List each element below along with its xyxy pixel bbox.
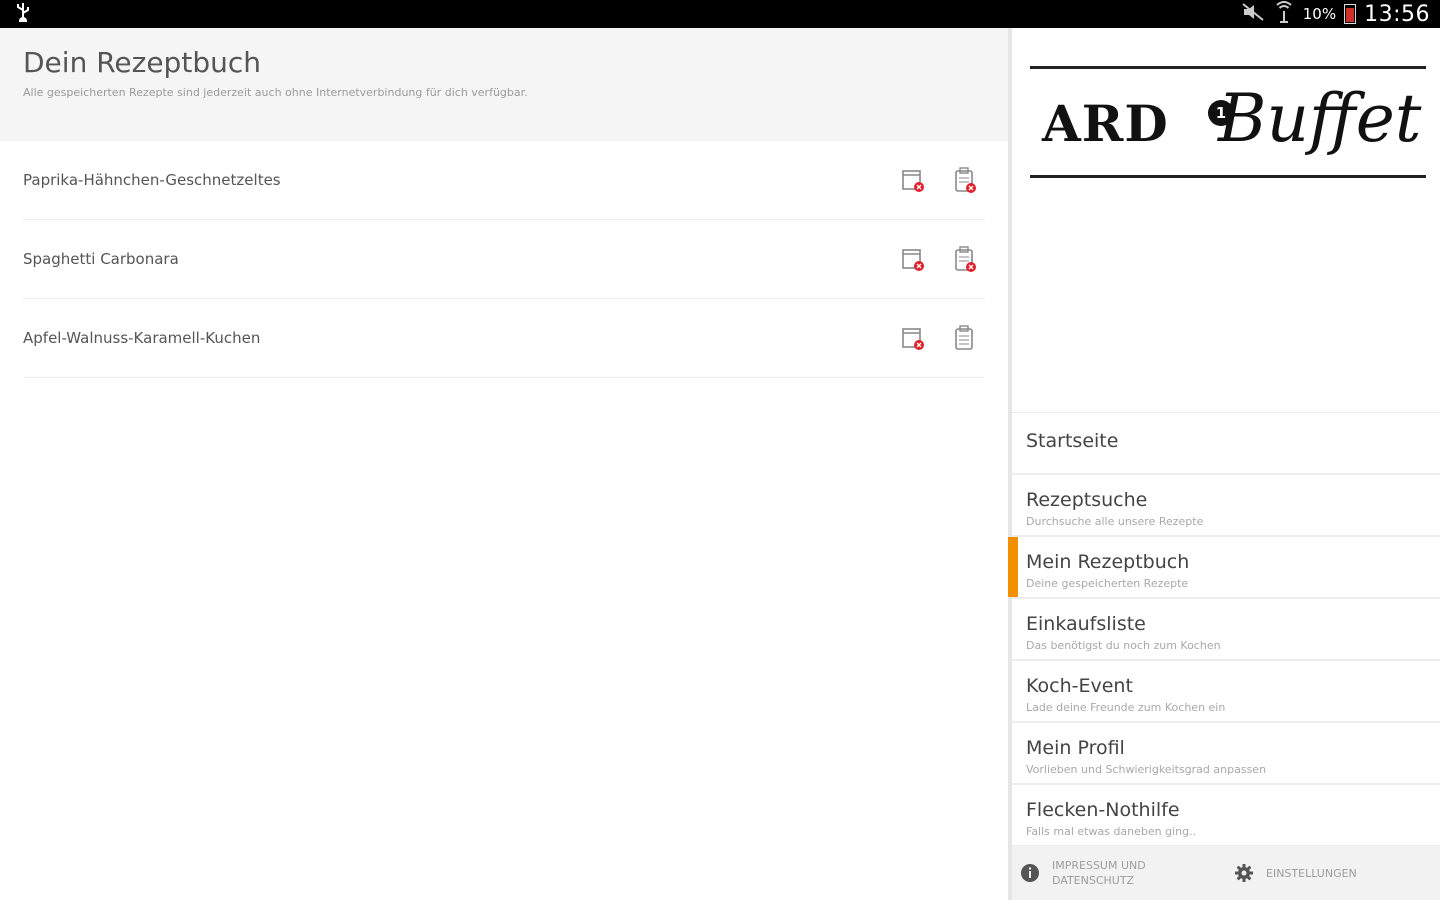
mute-icon: [1241, 2, 1265, 26]
nav-item-title: Einkaufsliste: [1026, 613, 1146, 635]
settings-button[interactable]: EINSTELLUNGEN: [1226, 846, 1440, 900]
remove-from-shoppinglist-icon[interactable]: [953, 245, 977, 273]
clock: 13:56: [1364, 1, 1430, 27]
impressum-button[interactable]: IMPRESSUM UND DATENSCHUTZ: [1012, 846, 1226, 900]
nav-item-subtitle: Deine gespeicherten Rezepte: [1026, 577, 1189, 590]
logo-buffet-text: Buffet: [1218, 80, 1422, 157]
nav-item-einkaufsliste[interactable]: Einkaufsliste Das benötigst du noch zum …: [1012, 599, 1440, 661]
list-item[interactable]: Paprika-Hähnchen-Geschnetzeltes: [23, 141, 985, 220]
nav-item-mein-rezeptbuch[interactable]: Mein Rezeptbuch Deine gespeicherten Reze…: [1008, 537, 1440, 599]
recipe-list: Paprika-Hähnchen-Geschnetzeltes Spaghett…: [0, 141, 1008, 378]
nav-item-title: Mein Rezeptbuch: [1026, 551, 1190, 573]
list-item[interactable]: Apfel-Walnuss-Karamell-Kuchen: [23, 299, 985, 378]
nav-item-startseite[interactable]: Startseite: [1012, 413, 1440, 475]
impressum-label-line2: DATENSCHUTZ: [1052, 874, 1135, 887]
battery-icon: [1344, 4, 1357, 24]
drawer-footer: IMPRESSUM UND DATENSCHUTZ EINSTELLUNGEN: [1012, 846, 1440, 900]
row-actions: [901, 324, 985, 352]
main-content: Dein Rezeptbuch Alle gespeicherten Rezep…: [0, 28, 1008, 900]
nav-item-rezeptsuche[interactable]: Rezeptsuche Durchsuche alle unsere Rezep…: [1012, 475, 1440, 537]
shoppinglist-icon[interactable]: [953, 324, 977, 352]
page-header: Dein Rezeptbuch Alle gespeicherten Rezep…: [0, 28, 1008, 141]
info-icon: [1020, 863, 1040, 883]
gear-icon: [1234, 863, 1254, 883]
recipe-name[interactable]: Paprika-Hähnchen-Geschnetzeltes: [23, 171, 281, 189]
logo-rule-top: [1030, 66, 1426, 69]
remove-from-shoppinglist-icon[interactable]: [953, 166, 977, 194]
page-title: Dein Rezeptbuch: [23, 46, 261, 79]
nav-item-subtitle: Das benötigst du noch zum Kochen: [1026, 639, 1221, 652]
nav-item-subtitle: Falls mal etwas daneben ging..: [1026, 825, 1197, 838]
nav-item-title: Koch-Event: [1026, 675, 1133, 697]
nav-item-subtitle: Vorlieben und Schwierigkeitsgrad anpasse…: [1026, 763, 1267, 776]
logo-ard-text: ARD: [1042, 94, 1169, 153]
nav-item-mein-profil[interactable]: Mein Profil Vorlieben und Schwierigkeits…: [1012, 723, 1440, 785]
remove-from-calendar-icon[interactable]: [901, 324, 925, 352]
usb-icon: [14, 2, 32, 26]
row-actions: [901, 245, 985, 273]
logo-rule-bottom: [1030, 175, 1426, 178]
ard-buffet-logo: ARD 1 Buffet: [1012, 28, 1440, 412]
page-subtitle: Alle gespeicherten Rezepte sind jederzei…: [23, 86, 528, 99]
row-actions: [901, 166, 985, 194]
nav-item-title: Rezeptsuche: [1026, 489, 1148, 511]
navigation-drawer: ARD 1 Buffet Startseite Rezeptsuche Durc…: [1008, 28, 1440, 900]
nav-item-subtitle: Durchsuche alle unsere Rezepte: [1026, 515, 1204, 528]
impressum-label-line1: IMPRESSUM UND: [1052, 859, 1146, 872]
nav-item-title: Flecken-Nothilfe: [1026, 799, 1180, 821]
remove-from-calendar-icon[interactable]: [901, 166, 925, 194]
nav-item-title: Mein Profil: [1026, 737, 1125, 759]
nav-item-subtitle: Lade deine Freunde zum Kochen ein: [1026, 701, 1226, 714]
battery-percentage: 10%: [1302, 5, 1337, 23]
impressum-label: IMPRESSUM UND DATENSCHUTZ: [1052, 858, 1146, 888]
recipe-name[interactable]: Spaghetti Carbonara: [23, 250, 179, 268]
recipe-name[interactable]: Apfel-Walnuss-Karamell-Kuchen: [23, 329, 260, 347]
nav-item-flecken-nothilfe[interactable]: Flecken-Nothilfe Falls mal etwas daneben…: [1012, 785, 1440, 847]
signal-icon: [1273, 1, 1295, 27]
list-item[interactable]: Spaghetti Carbonara: [23, 220, 985, 299]
remove-from-calendar-icon[interactable]: [901, 245, 925, 273]
status-bar: 10% 13:56: [0, 0, 1440, 28]
settings-label: EINSTELLUNGEN: [1266, 866, 1357, 880]
nav-item-title: Startseite: [1026, 430, 1119, 452]
nav-item-koch-event[interactable]: Koch-Event Lade deine Freunde zum Kochen…: [1012, 661, 1440, 723]
drawer-nav: Startseite Rezeptsuche Durchsuche alle u…: [1008, 412, 1440, 847]
